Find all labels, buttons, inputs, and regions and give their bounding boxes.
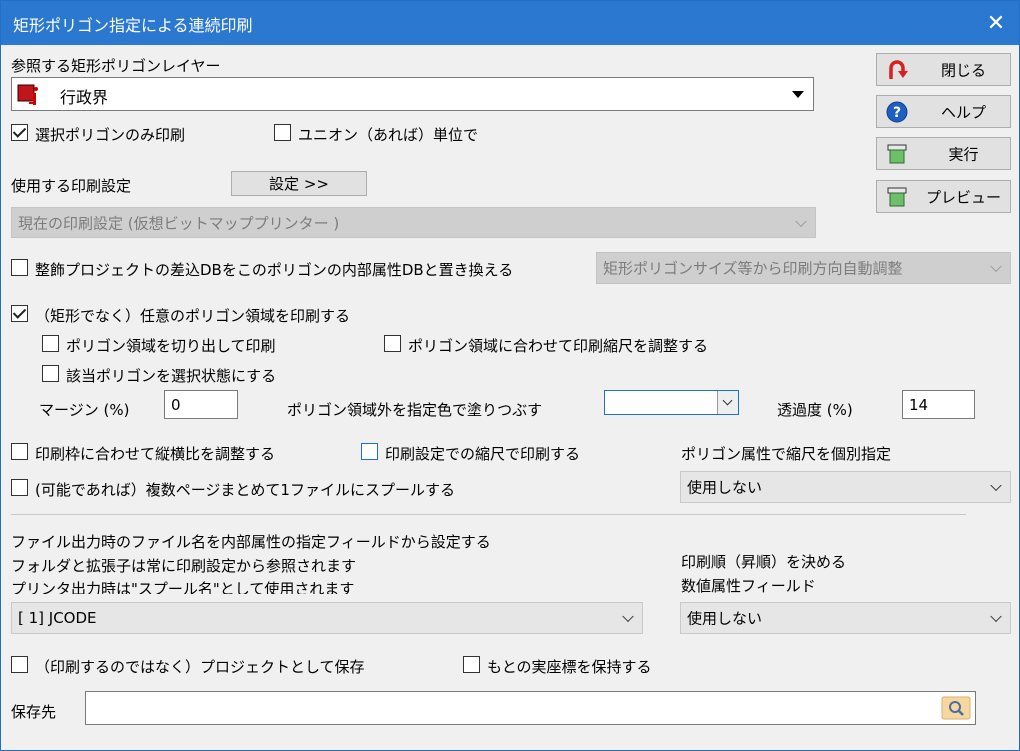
- arbitrary-polygon-checkbox[interactable]: [11, 305, 28, 322]
- preview-button[interactable]: プレビュー: [876, 180, 1011, 213]
- orientation-select: 矩形ポリゴンサイズ等から印刷方向自動調整: [596, 252, 1011, 284]
- cut-out-label: ポリゴン領域を切り出して印刷: [66, 337, 276, 355]
- help-button-label: ヘルプ: [940, 103, 986, 121]
- fit-scale-checkbox[interactable]: [384, 335, 401, 352]
- close-button-label: 閉じる: [940, 61, 986, 79]
- current-print-settings-value: 現在の印刷設定 (仮想ビットマッププリンター ): [18, 214, 340, 232]
- dialog-window: 矩形ポリゴン指定による連続印刷 ✕ 参照する矩形ポリゴンレイヤー 行政界 選択ポ…: [0, 0, 1020, 751]
- orientation-value: 矩形ポリゴンサイズ等から印刷方向自動調整: [603, 259, 903, 278]
- fit-scale-label: ポリゴン領域に合わせて印刷縮尺を調整する: [408, 337, 709, 355]
- window-title: 矩形ポリゴン指定による連続印刷: [13, 16, 253, 35]
- current-print-settings-select: 現在の印刷設定 (仮想ビットマッププリンター ): [11, 207, 816, 238]
- filename-field-select[interactable]: [ 1] JCODE: [11, 602, 643, 634]
- close-window-icon[interactable]: ✕: [973, 1, 1019, 45]
- print-scale-label: 印刷設定での縮尺で印刷する: [385, 445, 581, 463]
- settings-button-label: 設定 >>: [269, 175, 329, 193]
- select-state-label: 該当ポリゴンを選択状態にする: [66, 367, 277, 385]
- transparency-value: 14: [909, 396, 929, 414]
- fill-color-select[interactable]: [604, 390, 739, 415]
- replace-db-checkbox[interactable]: [11, 259, 28, 276]
- margin-label: マージン (%): [39, 401, 130, 419]
- fill-label: ポリゴン領域外を指定色で塗りつぶす: [287, 401, 543, 419]
- selected-only-label: 選択ポリゴンのみ印刷: [35, 126, 186, 144]
- polygon-scale-value: 使用しない: [687, 478, 763, 497]
- keep-coords-label: もとの実座標を保持する: [487, 658, 652, 676]
- aspect-checkbox[interactable]: [11, 443, 28, 460]
- save-to-input[interactable]: [85, 691, 976, 725]
- layer-label: 参照する矩形ポリゴンレイヤー: [11, 57, 221, 75]
- print-settings-label: 使用する印刷設定: [11, 177, 132, 195]
- select-state-checkbox[interactable]: [42, 365, 59, 382]
- polygon-layer-icon: [17, 83, 41, 105]
- arbitrary-polygon-label: （矩形でなく）任意のポリゴン領域を印刷する: [35, 307, 351, 325]
- svg-text:?: ?: [893, 105, 901, 121]
- divider: [11, 514, 966, 515]
- chevron-down-icon: [990, 260, 1002, 273]
- run-button[interactable]: 実行: [876, 137, 1011, 170]
- printer-icon: [885, 143, 909, 165]
- chevron-down-icon: [990, 479, 1002, 492]
- print-scale-checkbox[interactable]: [361, 443, 378, 460]
- order-field-select[interactable]: 使用しない: [680, 602, 1011, 634]
- title-bar: 矩形ポリゴン指定による連続印刷 ✕: [1, 1, 1019, 45]
- filename-desc-1: ファイル出力時のファイル名を内部属性の指定フィールドから設定する: [11, 533, 491, 551]
- save-to-label: 保存先: [11, 703, 57, 721]
- polygon-scale-select[interactable]: 使用しない: [680, 471, 1011, 503]
- spool-label: (可能であれば）複数ページまとめて1ファイルにスプールする: [35, 481, 455, 499]
- chevron-down-icon: [795, 215, 807, 227]
- printer-icon: [885, 186, 909, 208]
- settings-button[interactable]: 設定 >>: [231, 171, 367, 196]
- selected-only-checkbox[interactable]: [11, 124, 28, 141]
- union-label: ユニオン（あれば）単位で: [298, 126, 479, 144]
- filename-desc-3: プリンタ出力時は"スプール名"として使用されます: [11, 580, 355, 594]
- union-checkbox[interactable]: [274, 124, 291, 141]
- transparency-label: 透過度 (%): [777, 401, 853, 419]
- help-button[interactable]: ? ヘルプ: [876, 95, 1011, 128]
- margin-value: 0: [171, 396, 181, 414]
- close-button[interactable]: 閉じる: [876, 53, 1011, 86]
- help-icon: ?: [885, 101, 909, 123]
- replace-db-label: 整飾プロジェクトの差込DBをこのポリゴンの内部属性DBと置き換える: [35, 261, 514, 279]
- save-project-label: （印刷するのではなく）プロジェクトとして保存: [35, 658, 365, 676]
- filename-desc-3-clip: プリンタ出力時は"スプール名"として使用されます: [11, 577, 411, 594]
- spool-checkbox[interactable]: [11, 479, 28, 496]
- save-project-checkbox[interactable]: [11, 656, 28, 673]
- chevron-down-icon[interactable]: [717, 391, 738, 414]
- order-label-2: 数値属性フィールド: [681, 577, 816, 595]
- order-field-value: 使用しない: [687, 609, 763, 628]
- margin-input[interactable]: 0: [164, 390, 238, 419]
- layer-value: 行政界: [60, 88, 109, 107]
- browse-folder-icon[interactable]: [941, 696, 971, 720]
- run-button-label: 実行: [948, 145, 979, 163]
- cut-out-checkbox[interactable]: [42, 335, 59, 352]
- dropdown-arrow-icon[interactable]: [787, 82, 809, 106]
- layer-select[interactable]: 行政界: [11, 77, 814, 111]
- transparency-input[interactable]: 14: [902, 390, 975, 419]
- order-label-1: 印刷順（昇順）を決める: [681, 553, 847, 571]
- chevron-down-icon: [622, 610, 634, 623]
- keep-coords-checkbox[interactable]: [463, 656, 480, 673]
- polygon-scale-label: ポリゴン属性で縮尺を個別指定: [681, 445, 892, 463]
- chevron-down-icon: [990, 610, 1002, 623]
- filename-desc-2: フォルダと拡張子は常に印刷設定から参照されます: [11, 557, 357, 575]
- filename-field-value: [ 1] JCODE: [18, 609, 97, 627]
- aspect-label: 印刷枠に合わせて縦横比を調整する: [35, 445, 276, 463]
- undo-arrow-icon: [885, 59, 909, 81]
- preview-button-label: プレビュー: [925, 188, 1001, 206]
